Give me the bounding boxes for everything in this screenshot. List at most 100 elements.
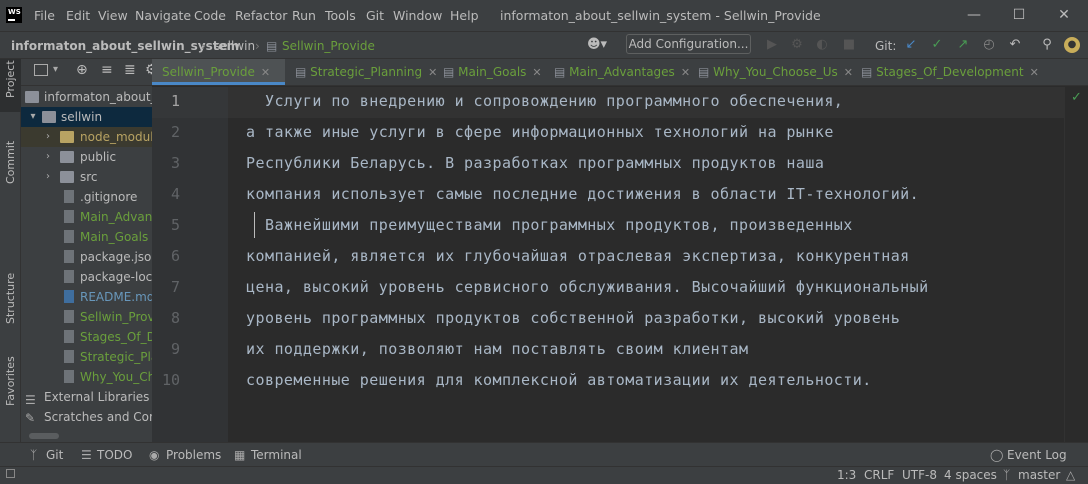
dropdown-chevron-icon[interactable]: ▾ [53, 64, 58, 75]
user-account-icon[interactable]: ☻▾ [583, 37, 611, 53]
commit-tool-button[interactable]: Commit [0, 141, 21, 184]
terminal-icon: ▦ [234, 448, 246, 462]
tree-item-main-advantages[interactable]: Main_Advanta [21, 207, 152, 227]
close-tab-icon[interactable]: ✕ [532, 66, 541, 79]
file-icon [64, 310, 74, 323]
tree-item-label: Stages_Of_De [80, 330, 152, 344]
tree-item-sellwin-provide[interactable]: Sellwin_Provid [21, 307, 152, 327]
git-update-icon[interactable]: ↙ [903, 37, 919, 53]
tab-main-goals[interactable]: ▤ Main_Goals ✕ [443, 59, 542, 85]
git-tool-button[interactable]: Git [46, 448, 63, 462]
ide-features-icon[interactable]: ● [1064, 37, 1080, 53]
maximize-icon[interactable]: ☐ [1007, 4, 1031, 26]
collapse-all-icon[interactable]: ≣ [124, 62, 136, 78]
run-icon[interactable]: ▶ [764, 37, 780, 53]
tree-item-node-modules[interactable]: › node_modules [21, 127, 152, 147]
tab-stages-of-development[interactable]: ▤ Stages_Of_Development ✕ [861, 59, 1039, 85]
problems-tool-button[interactable]: Problems [166, 448, 221, 462]
line-number: 10 [161, 371, 180, 389]
git-commit-icon[interactable]: ✓ [929, 37, 945, 53]
menu-edit[interactable]: Edit [66, 8, 90, 23]
tree-item-external-libraries[interactable]: ☰ External Libraries [21, 387, 152, 407]
file-icon: ▤ [861, 65, 873, 79]
minimize-icon[interactable]: — [962, 4, 986, 26]
tab-main-advantages[interactable]: ▤ Main_Advantages ✕ [554, 59, 690, 85]
tree-item-project-root[interactable]: ▾ informaton_about_se [21, 87, 152, 107]
close-tab-icon[interactable]: ✕ [844, 66, 853, 79]
menu-view[interactable]: View [98, 8, 128, 23]
close-tab-icon[interactable]: ✕ [428, 66, 437, 79]
collapsed-arrow-icon[interactable]: › [43, 127, 53, 147]
horizontal-scrollbar[interactable] [29, 433, 59, 439]
tree-item-sellwin[interactable]: ▾ sellwin [21, 107, 152, 127]
caret-position[interactable]: 1:3 [837, 468, 856, 482]
tree-item-label: Sellwin_Provid [80, 310, 152, 324]
menu-run[interactable]: Run [292, 8, 316, 23]
menu-code[interactable]: Code [194, 8, 226, 23]
tab-sellwin-provide[interactable]: Sellwin_Provide ✕ [152, 59, 285, 85]
tab-strategic-planning[interactable]: ▤ Strategic_Planning ✕ [295, 59, 437, 85]
tree-item-readme[interactable]: README.md [21, 287, 152, 307]
tree-item-src[interactable]: › src [21, 167, 152, 187]
project-tool-button[interactable]: Project [0, 60, 21, 98]
expanded-arrow-icon[interactable]: ▾ [28, 107, 38, 127]
breadcrumb-file[interactable]: Sellwin_Provide [282, 39, 375, 53]
line-separator[interactable]: CRLF [864, 468, 894, 482]
file-encoding[interactable]: UTF-8 [902, 468, 937, 482]
menu-git[interactable]: Git [366, 8, 384, 23]
structure-tool-button[interactable]: Structure [0, 273, 21, 324]
menu-tools[interactable]: Tools [325, 8, 356, 23]
options-gear-icon[interactable]: ⚙ [145, 62, 152, 78]
tree-item-stages-of-development[interactable]: Stages_Of_De [21, 327, 152, 347]
favorites-tool-button[interactable]: Favorites [0, 356, 21, 406]
tree-item-package-json[interactable]: package.json [21, 247, 152, 267]
close-icon[interactable]: ✕ [1052, 4, 1076, 26]
tree-item-scratches[interactable]: ✎ Scratches and Consc [21, 407, 152, 427]
close-tab-icon[interactable]: ✕ [261, 66, 270, 79]
search-icon[interactable]: ⚲ [1039, 37, 1055, 53]
folder-icon [60, 151, 74, 163]
indent-setting[interactable]: 4 spaces [944, 468, 997, 482]
tree-item-strategic-planning[interactable]: Strategic_Plan [21, 347, 152, 367]
folder-icon [60, 131, 74, 143]
menu-navigate[interactable]: Navigate [135, 8, 191, 23]
menu-help[interactable]: Help [450, 8, 479, 23]
editor-right-stripe: ✓ [1064, 87, 1088, 442]
debug-icon[interactable]: ⚙ [789, 37, 805, 53]
file-icon: ▤ [554, 65, 566, 79]
tree-item-package-lock[interactable]: package-lock [21, 267, 152, 287]
tree-item-gitignore[interactable]: .gitignore [21, 187, 152, 207]
git-history-icon[interactable]: ◴ [981, 37, 997, 53]
git-branch[interactable]: master [1018, 468, 1060, 482]
stop-icon[interactable]: ■ [841, 37, 857, 53]
add-configuration-button[interactable]: Add Configuration... [626, 34, 751, 54]
event-log-tool-button[interactable]: Event Log [1007, 448, 1067, 462]
rollback-icon[interactable]: ↶ [1007, 37, 1023, 53]
menu-refactor[interactable]: Refactor [235, 8, 287, 23]
project-view-icon[interactable] [34, 64, 48, 76]
collapsed-arrow-icon[interactable]: › [43, 147, 53, 167]
no-problems-check-icon[interactable]: ✓ [1071, 90, 1082, 105]
lock-icon[interactable]: △ [1066, 468, 1075, 482]
close-tab-icon[interactable]: ✕ [681, 66, 690, 79]
tree-item-label: Strategic_Plan [80, 350, 152, 364]
menu-file[interactable]: File [34, 8, 55, 23]
tree-item-public[interactable]: › public [21, 147, 152, 167]
tree-item-main-goals[interactable]: Main_Goals [21, 227, 152, 247]
git-push-icon[interactable]: ↗ [955, 37, 971, 53]
close-tab-icon[interactable]: ✕ [1030, 66, 1039, 79]
collapsed-arrow-icon[interactable]: › [43, 167, 53, 187]
expand-all-icon[interactable]: ≡ [101, 62, 113, 78]
tree-item-why-you-choose-us[interactable]: Why_You_Cho [21, 367, 152, 387]
line-number: 2 [170, 123, 180, 141]
code-line: их поддержки, позволяют нам поставлять с… [246, 340, 749, 358]
tool-window-bar: ᛉ Git ☰ TODO ◉ Problems ▦ Terminal ◯ Eve… [0, 442, 1088, 466]
terminal-tool-button[interactable]: Terminal [251, 448, 302, 462]
toggle-tool-windows-icon[interactable] [6, 469, 15, 478]
todo-tool-button[interactable]: TODO [97, 448, 132, 462]
coverage-icon[interactable]: ◐ [814, 37, 830, 53]
menu-window[interactable]: Window [393, 8, 442, 23]
tab-why-you-choose-us[interactable]: ▤ Why_You_Choose_Us ✕ [698, 59, 853, 85]
breadcrumb-folder[interactable]: sellwin [214, 39, 255, 53]
select-opened-file-icon[interactable]: ⊕ [76, 62, 88, 78]
